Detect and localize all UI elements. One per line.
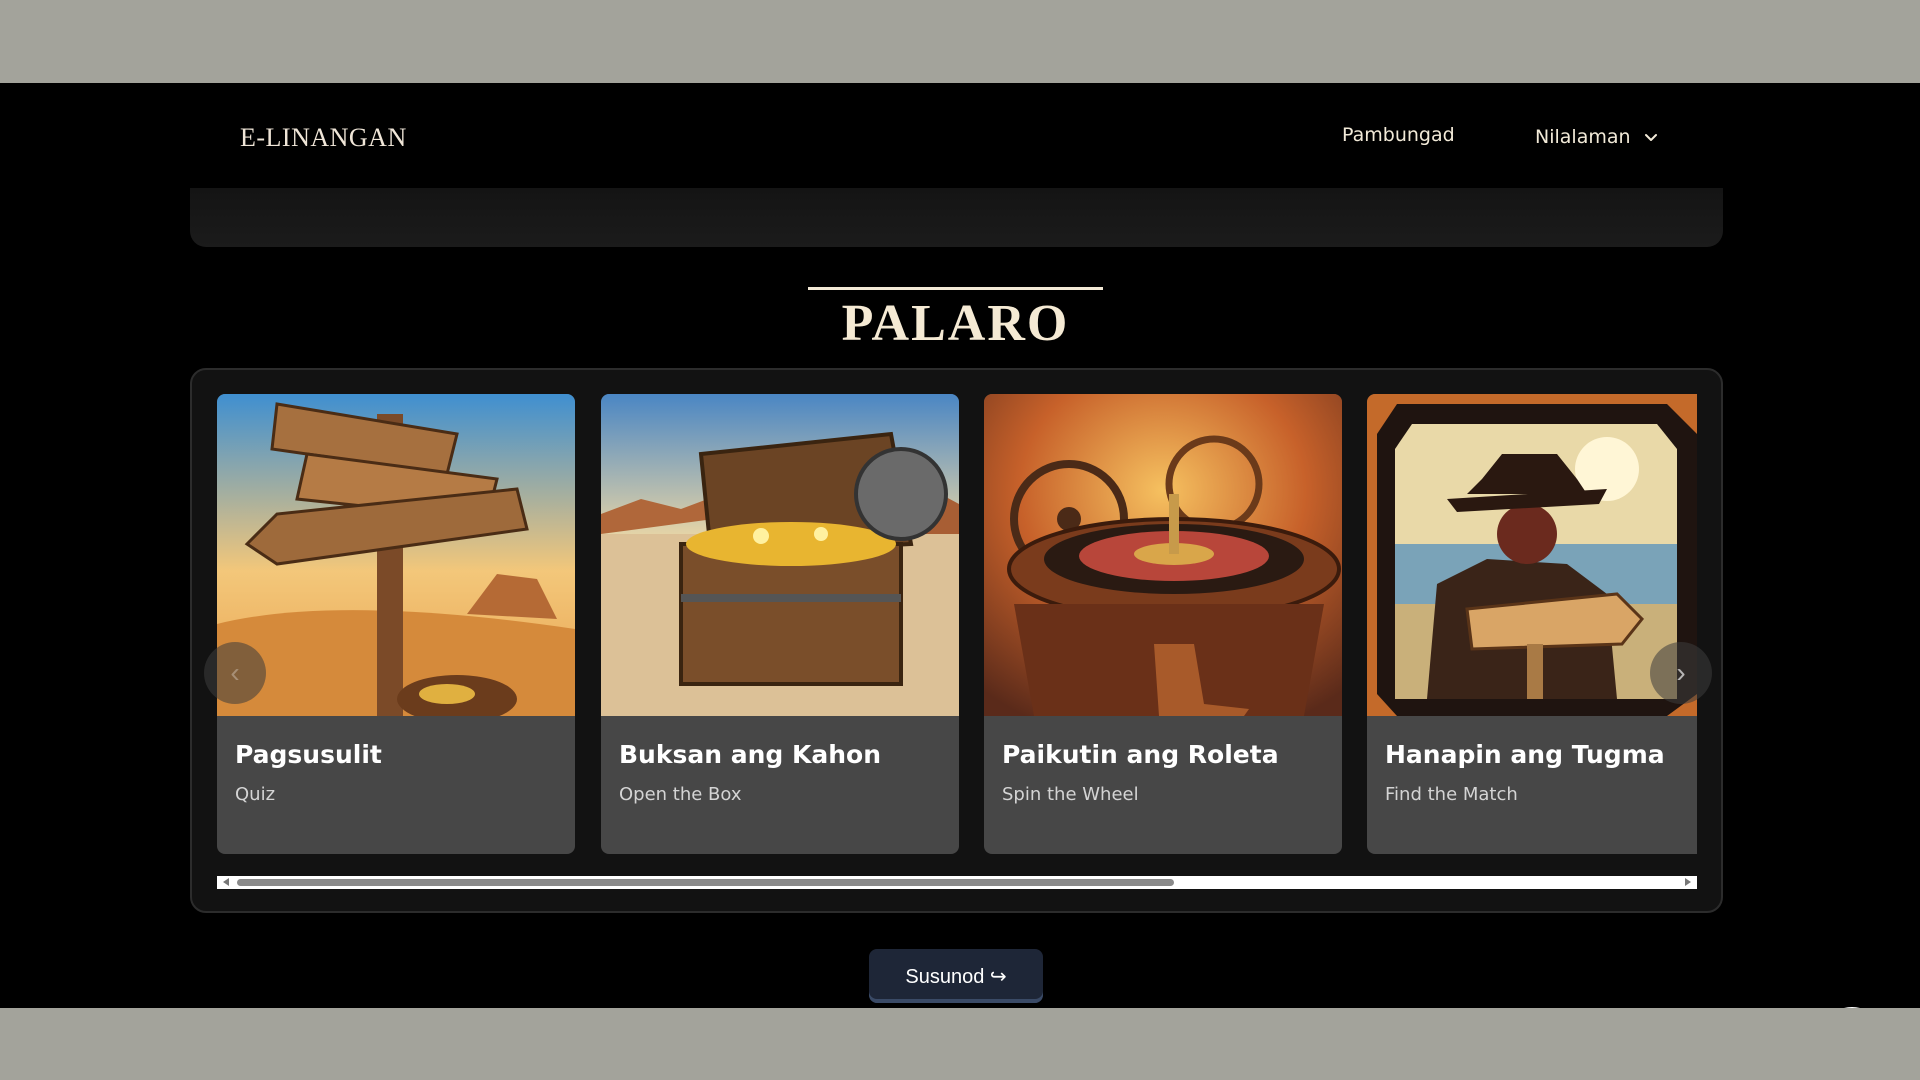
card-subtitle: Open the Box: [619, 784, 742, 805]
section-heading: PALARO: [808, 287, 1103, 353]
treasure-chest-illustration: [601, 394, 959, 716]
carousel-scrollbar[interactable]: [217, 876, 1697, 889]
game-card-find-match[interactable]: Hanapin ang Tugma Find the Match: [1367, 394, 1697, 854]
chevron-right-icon: ›: [1676, 657, 1686, 688]
next-button-label: Susunod ↪: [905, 965, 1007, 988]
next-button[interactable]: Susunod ↪: [869, 949, 1043, 1003]
scrollbar-thumb[interactable]: [237, 879, 1174, 886]
brand-logo[interactable]: E-LINANGAN: [240, 123, 407, 153]
chevron-left-icon: ‹: [230, 657, 240, 688]
card-title: Paikutin ang Roleta: [1002, 740, 1279, 769]
carousel-prev-button[interactable]: ‹: [204, 642, 266, 704]
page-title: PALARO: [841, 295, 1070, 352]
game-card-quiz[interactable]: Pagsusulit Quiz: [217, 394, 575, 854]
card-subtitle: Find the Match: [1385, 784, 1518, 805]
nav-dropdown-label: Nilalaman: [1535, 126, 1631, 148]
game-card-open-box[interactable]: Buksan ang Kahon Open the Box: [601, 394, 959, 854]
signpost-illustration: [217, 394, 575, 716]
roulette-wheel-illustration: [984, 394, 1342, 716]
games-carousel: Pagsusulit Quiz Buksan ang Kahon Open th…: [190, 368, 1723, 913]
card-subtitle: Quiz: [235, 784, 276, 805]
card-subtitle: Spin the Wheel: [1002, 784, 1139, 805]
game-card-spin-wheel[interactable]: Paikutin ang Roleta Spin the Wheel: [984, 394, 1342, 854]
cowboy-sign-illustration: [1367, 394, 1697, 716]
chevron-down-icon: [1644, 134, 1657, 141]
header-banner: [190, 188, 1723, 247]
carousel-next-button[interactable]: ›: [1650, 642, 1712, 704]
card-title: Pagsusulit: [235, 740, 382, 769]
heading-divider: [808, 287, 1103, 290]
scroll-left-icon[interactable]: [223, 878, 229, 886]
top-navbar: E-LINANGAN Pambungad Nilalaman: [0, 83, 1920, 188]
card-title: Buksan ang Kahon: [619, 740, 882, 769]
nav-link-home[interactable]: Pambungad: [1342, 124, 1455, 146]
carousel-track[interactable]: Pagsusulit Quiz Buksan ang Kahon Open th…: [217, 394, 1697, 854]
app-window: E-LINANGAN Pambungad Nilalaman PALARO Pa…: [0, 83, 1920, 1008]
back-to-top-button[interactable]: [1820, 1007, 1884, 1008]
scroll-right-icon[interactable]: [1685, 878, 1691, 886]
nav-dropdown-contents[interactable]: Nilalaman: [1535, 126, 1659, 148]
card-title: Hanapin ang Tugma: [1385, 740, 1665, 769]
